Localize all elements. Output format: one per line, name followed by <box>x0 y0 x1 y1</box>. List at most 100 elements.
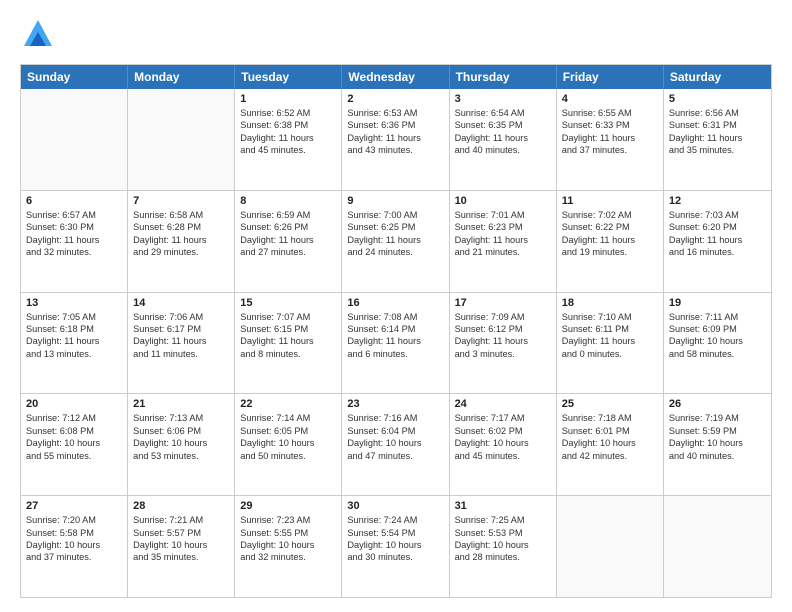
cell-info-line: and 6 minutes. <box>347 348 443 360</box>
cell-info-line: Daylight: 10 hours <box>669 437 766 449</box>
cell-info-line: and 29 minutes. <box>133 246 229 258</box>
cell-info-line: Sunset: 6:12 PM <box>455 323 551 335</box>
cell-info-line: Sunset: 6:01 PM <box>562 425 658 437</box>
cell-info-line: and 3 minutes. <box>455 348 551 360</box>
cell-info-line: and 42 minutes. <box>562 450 658 462</box>
cell-info-line: and 13 minutes. <box>26 348 122 360</box>
cell-info-line: Daylight: 11 hours <box>26 234 122 246</box>
cell-info-line: Sunrise: 6:55 AM <box>562 107 658 119</box>
calendar-body: 1Sunrise: 6:52 AMSunset: 6:38 PMDaylight… <box>21 89 771 597</box>
cell-info-line: Daylight: 10 hours <box>455 437 551 449</box>
day-number: 27 <box>26 500 122 512</box>
cell-info-line: and 40 minutes. <box>455 144 551 156</box>
cell-info-line: Daylight: 11 hours <box>26 335 122 347</box>
cell-info-line: Daylight: 10 hours <box>455 539 551 551</box>
logo <box>20 18 60 54</box>
cell-info-line: Sunrise: 6:52 AM <box>240 107 336 119</box>
cell-info-line: and 40 minutes. <box>669 450 766 462</box>
cell-info-line: and 24 minutes. <box>347 246 443 258</box>
cell-info-line: and 53 minutes. <box>133 450 229 462</box>
header <box>20 18 772 54</box>
calendar-cell: 28Sunrise: 7:21 AMSunset: 5:57 PMDayligh… <box>128 496 235 597</box>
cell-info-line: and 19 minutes. <box>562 246 658 258</box>
cell-info-line: Sunset: 6:22 PM <box>562 221 658 233</box>
cell-info-line: Daylight: 11 hours <box>240 132 336 144</box>
calendar-cell: 2Sunrise: 6:53 AMSunset: 6:36 PMDaylight… <box>342 89 449 190</box>
cell-info-line: Sunset: 5:58 PM <box>26 527 122 539</box>
cell-info-line: Sunset: 6:05 PM <box>240 425 336 437</box>
calendar-week-row: 6Sunrise: 6:57 AMSunset: 6:30 PMDaylight… <box>21 191 771 293</box>
cell-info-line: and 11 minutes. <box>133 348 229 360</box>
calendar-cell: 6Sunrise: 6:57 AMSunset: 6:30 PMDaylight… <box>21 191 128 292</box>
cell-info-line: Daylight: 11 hours <box>562 335 658 347</box>
cell-info-line: Sunrise: 7:06 AM <box>133 311 229 323</box>
weekday-header: Wednesday <box>342 65 449 89</box>
calendar-week-row: 20Sunrise: 7:12 AMSunset: 6:08 PMDayligh… <box>21 394 771 496</box>
day-number: 6 <box>26 195 122 207</box>
calendar-cell: 14Sunrise: 7:06 AMSunset: 6:17 PMDayligh… <box>128 293 235 394</box>
day-number: 22 <box>240 398 336 410</box>
cell-info-line: Sunset: 5:54 PM <box>347 527 443 539</box>
cell-info-line: Sunset: 6:20 PM <box>669 221 766 233</box>
cell-info-line: and 37 minutes. <box>562 144 658 156</box>
cell-info-line: Sunset: 6:26 PM <box>240 221 336 233</box>
day-number: 23 <box>347 398 443 410</box>
cell-info-line: Daylight: 11 hours <box>562 234 658 246</box>
cell-info-line: Sunset: 6:17 PM <box>133 323 229 335</box>
cell-info-line: and 27 minutes. <box>240 246 336 258</box>
cell-info-line: Sunrise: 7:16 AM <box>347 412 443 424</box>
calendar-cell: 15Sunrise: 7:07 AMSunset: 6:15 PMDayligh… <box>235 293 342 394</box>
logo-icon <box>20 18 56 54</box>
calendar-cell: 9Sunrise: 7:00 AMSunset: 6:25 PMDaylight… <box>342 191 449 292</box>
calendar-cell: 26Sunrise: 7:19 AMSunset: 5:59 PMDayligh… <box>664 394 771 495</box>
cell-info-line: Daylight: 10 hours <box>347 539 443 551</box>
cell-info-line: and 35 minutes. <box>133 551 229 563</box>
cell-info-line: Sunset: 6:15 PM <box>240 323 336 335</box>
calendar-cell <box>128 89 235 190</box>
day-number: 25 <box>562 398 658 410</box>
calendar-week-row: 27Sunrise: 7:20 AMSunset: 5:58 PMDayligh… <box>21 496 771 597</box>
cell-info-line: Sunset: 6:08 PM <box>26 425 122 437</box>
cell-info-line: Sunrise: 7:03 AM <box>669 209 766 221</box>
cell-info-line: and 50 minutes. <box>240 450 336 462</box>
day-number: 28 <box>133 500 229 512</box>
cell-info-line: and 28 minutes. <box>455 551 551 563</box>
calendar-cell: 22Sunrise: 7:14 AMSunset: 6:05 PMDayligh… <box>235 394 342 495</box>
cell-info-line: Daylight: 10 hours <box>669 335 766 347</box>
cell-info-line: Sunrise: 6:53 AM <box>347 107 443 119</box>
cell-info-line: Sunrise: 6:56 AM <box>669 107 766 119</box>
cell-info-line: Sunrise: 7:00 AM <box>347 209 443 221</box>
cell-info-line: Sunrise: 7:05 AM <box>26 311 122 323</box>
cell-info-line: Sunrise: 7:12 AM <box>26 412 122 424</box>
calendar-cell: 4Sunrise: 6:55 AMSunset: 6:33 PMDaylight… <box>557 89 664 190</box>
cell-info-line: Daylight: 10 hours <box>26 539 122 551</box>
calendar-cell: 10Sunrise: 7:01 AMSunset: 6:23 PMDayligh… <box>450 191 557 292</box>
cell-info-line: Sunset: 6:36 PM <box>347 119 443 131</box>
calendar-cell: 23Sunrise: 7:16 AMSunset: 6:04 PMDayligh… <box>342 394 449 495</box>
cell-info-line: Daylight: 11 hours <box>347 335 443 347</box>
calendar-cell: 1Sunrise: 6:52 AMSunset: 6:38 PMDaylight… <box>235 89 342 190</box>
day-number: 30 <box>347 500 443 512</box>
cell-info-line: Sunrise: 7:17 AM <box>455 412 551 424</box>
day-number: 8 <box>240 195 336 207</box>
cell-info-line: and 55 minutes. <box>26 450 122 462</box>
cell-info-line: Sunset: 5:53 PM <box>455 527 551 539</box>
cell-info-line: Daylight: 11 hours <box>455 234 551 246</box>
cell-info-line: Sunset: 6:28 PM <box>133 221 229 233</box>
cell-info-line: and 47 minutes. <box>347 450 443 462</box>
weekday-header: Monday <box>128 65 235 89</box>
weekday-header: Tuesday <box>235 65 342 89</box>
cell-info-line: Sunrise: 7:25 AM <box>455 514 551 526</box>
page: SundayMondayTuesdayWednesdayThursdayFrid… <box>0 0 792 612</box>
cell-info-line: and 32 minutes. <box>240 551 336 563</box>
calendar-cell <box>664 496 771 597</box>
cell-info-line: Daylight: 11 hours <box>240 335 336 347</box>
cell-info-line: Sunrise: 7:07 AM <box>240 311 336 323</box>
weekday-header: Friday <box>557 65 664 89</box>
day-number: 29 <box>240 500 336 512</box>
cell-info-line: Sunset: 6:14 PM <box>347 323 443 335</box>
cell-info-line: Sunset: 6:11 PM <box>562 323 658 335</box>
cell-info-line: Sunset: 6:33 PM <box>562 119 658 131</box>
day-number: 4 <box>562 93 658 105</box>
calendar: SundayMondayTuesdayWednesdayThursdayFrid… <box>20 64 772 598</box>
